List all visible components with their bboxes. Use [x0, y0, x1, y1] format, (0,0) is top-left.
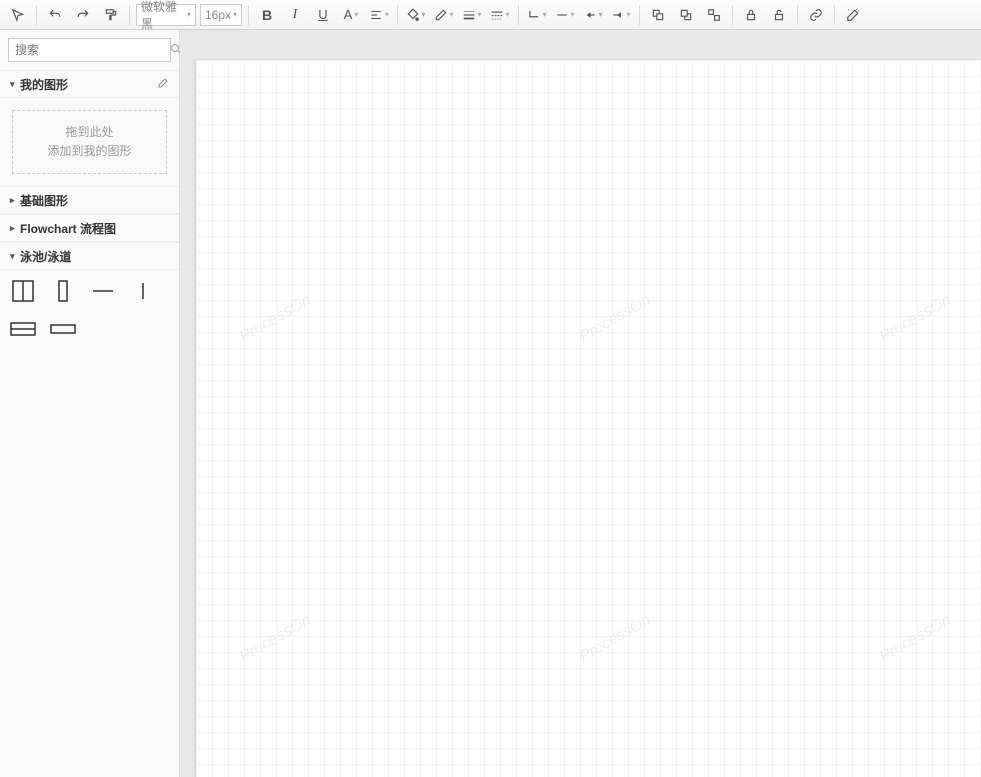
chevron-down-icon: ▾ — [570, 10, 574, 19]
separator — [834, 5, 835, 25]
search-wrap — [0, 30, 179, 70]
sidebar: ▾ 我的图形 拖到此处 添加到我的图形 ▸ 基础图形 ▸ Flowchart 流… — [0, 30, 180, 777]
shape-vertical-lane[interactable] — [50, 278, 76, 304]
separator — [248, 5, 249, 25]
font-family-value: 微软雅黑 — [141, 0, 187, 32]
lock-button[interactable] — [737, 3, 765, 27]
shape-horizontal-lane[interactable] — [50, 316, 76, 342]
line-color-button[interactable]: ▾ — [430, 3, 458, 27]
group-button[interactable] — [700, 3, 728, 27]
italic-button[interactable]: I — [281, 3, 309, 27]
search-input[interactable] — [15, 43, 170, 57]
chevron-down-icon: ▾ — [421, 10, 425, 19]
search-box[interactable] — [8, 38, 171, 62]
arrow-start-button[interactable]: ▾ — [579, 3, 607, 27]
section-label: 泳池/泳道 — [20, 248, 71, 265]
shape-horizontal-separator[interactable] — [90, 278, 116, 304]
shape-horizontal-pool[interactable] — [10, 316, 36, 342]
section-swimlane[interactable]: ▾ 泳池/泳道 — [0, 242, 179, 270]
line-width-button[interactable]: ▾ — [458, 3, 486, 27]
chevron-down-icon: ▾ — [354, 10, 358, 19]
fill-color-button[interactable]: ▾ — [402, 3, 430, 27]
section-basic-shapes[interactable]: ▸ 基础图形 — [0, 186, 179, 214]
font-size-value: 16px — [205, 8, 231, 22]
watermark: ProcessOn — [577, 291, 655, 346]
watermark: ProcessOn — [877, 291, 955, 346]
chevron-down-icon: ▾ — [598, 10, 602, 19]
dropzone-line1: 拖到此处 — [65, 123, 113, 142]
redo-button[interactable] — [69, 3, 97, 27]
connector-type-button[interactable]: ▾ — [523, 3, 551, 27]
magic-button[interactable] — [839, 3, 867, 27]
shape-vertical-pool[interactable] — [10, 278, 36, 304]
underline-button[interactable]: U — [309, 3, 337, 27]
toolbar: 微软雅黑▾ 16px▾ B I U A▾ ▾ ▾ ▾ ▾ ▾ ▾ ▾ ▾ ▾ — [0, 0, 981, 30]
swimlane-shapes — [0, 270, 179, 350]
send-back-button[interactable] — [672, 3, 700, 27]
text-align-button[interactable]: ▾ — [365, 3, 393, 27]
separator — [397, 5, 398, 25]
unlock-button[interactable] — [765, 3, 793, 27]
main-area: ▾ 我的图形 拖到此处 添加到我的图形 ▸ 基础图形 ▸ Flowchart 流… — [0, 30, 981, 777]
separator — [36, 5, 37, 25]
bring-front-button[interactable] — [644, 3, 672, 27]
chevron-down-icon: ▾ — [385, 10, 389, 19]
separator — [129, 5, 130, 25]
canvas-page[interactable]: ProcessOn ProcessOn ProcessOn ProcessOn … — [196, 60, 981, 777]
link-button[interactable] — [802, 3, 830, 27]
my-shapes-dropzone[interactable]: 拖到此处 添加到我的图形 — [12, 110, 167, 174]
dropzone-line2: 添加到我的图形 — [47, 142, 131, 161]
separator — [518, 5, 519, 25]
chevron-down-icon: ▾ — [477, 10, 481, 19]
section-label: Flowchart 流程图 — [20, 220, 116, 237]
watermark: ProcessOn — [877, 611, 955, 666]
chevron-down-icon: ▾ — [187, 10, 191, 19]
chevron-down-icon: ▾ — [505, 10, 509, 19]
caret-down-icon: ▾ — [10, 251, 20, 262]
watermark: ProcessOn — [237, 291, 315, 346]
chevron-down-icon: ▾ — [449, 10, 453, 19]
undo-button[interactable] — [41, 3, 69, 27]
caret-right-icon: ▸ — [10, 223, 20, 234]
separator — [732, 5, 733, 25]
separator — [797, 5, 798, 25]
bold-button[interactable]: B — [253, 3, 281, 27]
section-label: 我的图形 — [20, 76, 68, 93]
caret-down-icon: ▾ — [10, 79, 20, 90]
line-style-button[interactable]: ▾ — [486, 3, 514, 27]
font-size-select[interactable]: 16px▾ — [200, 4, 242, 26]
section-label: 基础图形 — [20, 192, 68, 209]
arrow-end-button[interactable]: ▾ — [607, 3, 635, 27]
caret-right-icon: ▸ — [10, 195, 20, 206]
shape-vertical-separator[interactable] — [130, 278, 156, 304]
chevron-down-icon: ▾ — [542, 10, 546, 19]
watermark: ProcessOn — [237, 611, 315, 666]
section-flowchart[interactable]: ▸ Flowchart 流程图 — [0, 214, 179, 242]
edit-icon[interactable] — [157, 77, 169, 92]
watermark: ProcessOn — [577, 611, 655, 666]
section-my-shapes[interactable]: ▾ 我的图形 — [0, 70, 179, 98]
format-painter-button[interactable] — [97, 3, 125, 27]
separator — [639, 5, 640, 25]
chevron-down-icon: ▾ — [626, 10, 630, 19]
chevron-down-icon: ▾ — [233, 10, 237, 19]
cursor-tool-button[interactable] — [4, 3, 32, 27]
connector-line-button[interactable]: ▾ — [551, 3, 579, 27]
font-color-button[interactable]: A▾ — [337, 3, 365, 27]
canvas-area[interactable]: ProcessOn ProcessOn ProcessOn ProcessOn … — [180, 30, 981, 777]
font-family-select[interactable]: 微软雅黑▾ — [136, 4, 196, 26]
